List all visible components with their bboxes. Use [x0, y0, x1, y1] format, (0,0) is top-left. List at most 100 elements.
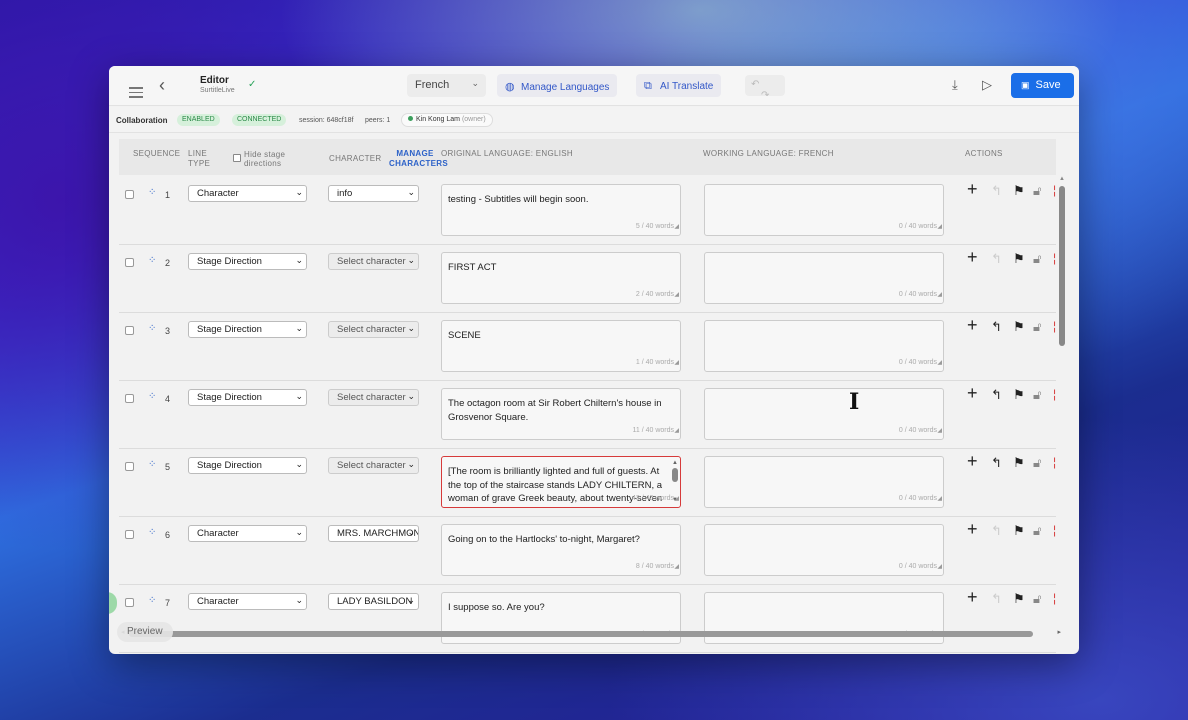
menu-icon[interactable]: [129, 87, 143, 99]
lock-icon[interactable]: 🔓︎: [1033, 455, 1041, 471]
play-icon[interactable]: ▷: [982, 77, 992, 93]
flag-icon[interactable]: ⚑: [1013, 251, 1025, 267]
flag-icon[interactable]: ⚑: [1013, 523, 1025, 539]
line-type-select[interactable]: Character ⌄: [188, 185, 307, 202]
line-type-select[interactable]: Character ⌄: [188, 525, 307, 542]
delete-icon[interactable]: ¦: [1053, 591, 1056, 605]
drag-handle-icon[interactable]: ⁘: [148, 391, 156, 402]
character-select[interactable]: Select character ⌄: [328, 321, 419, 338]
add-line-icon[interactable]: +: [967, 451, 978, 472]
horizontal-scroll-thumb[interactable]: [129, 631, 1033, 637]
scroll-right-arrow-icon[interactable]: ▸: [1057, 628, 1061, 636]
vertical-scrollbar[interactable]: ▲: [1059, 176, 1065, 630]
row-select-checkbox[interactable]: [125, 326, 134, 335]
character-select[interactable]: info ⌄: [328, 185, 419, 202]
redo-icon[interactable]: ↷: [761, 90, 769, 101]
add-line-icon[interactable]: +: [967, 315, 978, 336]
add-line-icon[interactable]: +: [967, 383, 978, 404]
download-icon[interactable]: ⤓: [952, 77, 958, 93]
original-text-field[interactable]: SCENE 1 / 40 words ◢: [441, 320, 681, 372]
merge-up-icon[interactable]: ↰: [991, 523, 1002, 539]
manage-characters-link-2[interactable]: CHARACTERS: [389, 159, 448, 168]
merge-up-icon[interactable]: ↰: [991, 455, 1002, 471]
merge-up-icon[interactable]: ↰: [991, 387, 1002, 403]
lock-icon[interactable]: 🔓︎: [1033, 523, 1041, 539]
row-select-checkbox[interactable]: [125, 190, 134, 199]
resize-handle-icon[interactable]: ◢: [674, 289, 679, 303]
character-select[interactable]: Select character ⌄: [328, 457, 419, 474]
add-line-icon[interactable]: +: [967, 179, 978, 200]
line-type-select[interactable]: Stage Direction ⌄: [188, 389, 307, 406]
drag-handle-icon[interactable]: ⁘: [148, 595, 156, 606]
resize-handle-icon[interactable]: ◢: [674, 493, 679, 507]
vertical-scroll-thumb[interactable]: [1059, 186, 1065, 346]
original-text-field[interactable]: The octagon room at Sir Robert Chiltern'…: [441, 388, 681, 440]
delete-icon[interactable]: ¦: [1053, 251, 1056, 265]
undo-icon[interactable]: ↶: [751, 79, 759, 90]
row-select-checkbox[interactable]: [125, 598, 134, 607]
flag-icon[interactable]: ⚑: [1013, 319, 1025, 335]
delete-icon[interactable]: ¦: [1053, 319, 1056, 333]
add-line-icon[interactable]: +: [967, 519, 978, 540]
original-text-field[interactable]: FIRST ACT 2 / 40 words ◢: [441, 252, 681, 304]
original-text-field[interactable]: [The room is brilliantly lighted and ful…: [441, 456, 681, 508]
line-type-select[interactable]: Character ⌄: [188, 593, 307, 610]
original-text-field[interactable]: Going on to the Hartlocks' to-night, Mar…: [441, 524, 681, 576]
textarea-scroll-thumb[interactable]: [672, 468, 678, 482]
preview-button[interactable]: Preview: [117, 622, 173, 642]
horizontal-scrollbar[interactable]: ◂ ▸: [121, 628, 1061, 637]
resize-handle-icon[interactable]: ◢: [674, 425, 679, 439]
merge-up-icon[interactable]: ↰: [991, 251, 1002, 267]
character-select[interactable]: Select character ⌄: [328, 253, 419, 270]
merge-up-icon[interactable]: ↰: [991, 319, 1002, 335]
flag-icon[interactable]: ⚑: [1013, 387, 1025, 403]
scroll-up-arrow-icon[interactable]: ▲: [1059, 176, 1065, 182]
resize-handle-icon[interactable]: ◢: [937, 425, 942, 439]
ai-translate-button[interactable]: ⧉ AI Translate: [636, 74, 722, 97]
drag-handle-icon[interactable]: ⁘: [148, 187, 156, 198]
side-panel-tab[interactable]: [109, 592, 117, 614]
character-select[interactable]: LADY BASILDON ⌄: [328, 593, 419, 610]
manage-languages-button[interactable]: ◍ Manage Languages: [497, 74, 618, 97]
row-select-checkbox[interactable]: [125, 530, 134, 539]
language-select[interactable]: French ⌄: [407, 74, 486, 97]
working-text-field[interactable]: 0 / 40 words ◢: [704, 320, 944, 372]
character-select[interactable]: MRS. MARCHMONT ⌄: [328, 525, 419, 542]
lock-icon[interactable]: 🔓︎: [1033, 387, 1041, 403]
character-select[interactable]: Select character ⌄: [328, 389, 419, 406]
resize-handle-icon[interactable]: ◢: [937, 493, 942, 507]
flag-icon[interactable]: ⚑: [1013, 591, 1025, 607]
delete-icon[interactable]: ¦: [1053, 183, 1056, 197]
resize-handle-icon[interactable]: ◢: [674, 357, 679, 371]
add-line-icon[interactable]: +: [967, 247, 978, 268]
delete-icon[interactable]: ¦: [1053, 387, 1056, 401]
working-text-field[interactable]: 0 / 40 words ◢: [704, 388, 944, 440]
delete-icon[interactable]: ¦: [1053, 523, 1056, 537]
resize-handle-icon[interactable]: ◢: [674, 561, 679, 575]
line-type-select[interactable]: Stage Direction ⌄: [188, 457, 307, 474]
drag-handle-icon[interactable]: ⁘: [148, 255, 156, 266]
delete-icon[interactable]: ¦: [1053, 455, 1056, 469]
working-text-field[interactable]: 0 / 40 words ◢: [704, 524, 944, 576]
line-type-select[interactable]: Stage Direction ⌄: [188, 253, 307, 270]
drag-handle-icon[interactable]: ⁘: [148, 527, 156, 538]
line-type-select[interactable]: Stage Direction ⌄: [188, 321, 307, 338]
resize-handle-icon[interactable]: ◢: [674, 221, 679, 235]
working-text-field[interactable]: 0 / 40 words ◢: [704, 252, 944, 304]
resize-handle-icon[interactable]: ◢: [937, 561, 942, 575]
row-select-checkbox[interactable]: [125, 462, 134, 471]
resize-handle-icon[interactable]: ◢: [937, 221, 942, 235]
lock-icon[interactable]: 🔓︎: [1033, 251, 1041, 267]
save-button[interactable]: ▣ Save: [1011, 73, 1074, 98]
merge-up-icon[interactable]: ↰: [991, 183, 1002, 199]
resize-handle-icon[interactable]: ◢: [937, 357, 942, 371]
back-chevron-icon[interactable]: ‹: [159, 75, 165, 96]
hide-stage-directions-checkbox[interactable]: [233, 154, 241, 162]
row-select-checkbox[interactable]: [125, 258, 134, 267]
drag-handle-icon[interactable]: ⁘: [148, 459, 156, 470]
lock-icon[interactable]: 🔓︎: [1033, 591, 1041, 607]
manage-characters-link-1[interactable]: MANAGE: [389, 149, 441, 158]
flag-icon[interactable]: ⚑: [1013, 455, 1025, 471]
drag-handle-icon[interactable]: ⁘: [148, 323, 156, 334]
add-line-icon[interactable]: +: [967, 587, 978, 608]
